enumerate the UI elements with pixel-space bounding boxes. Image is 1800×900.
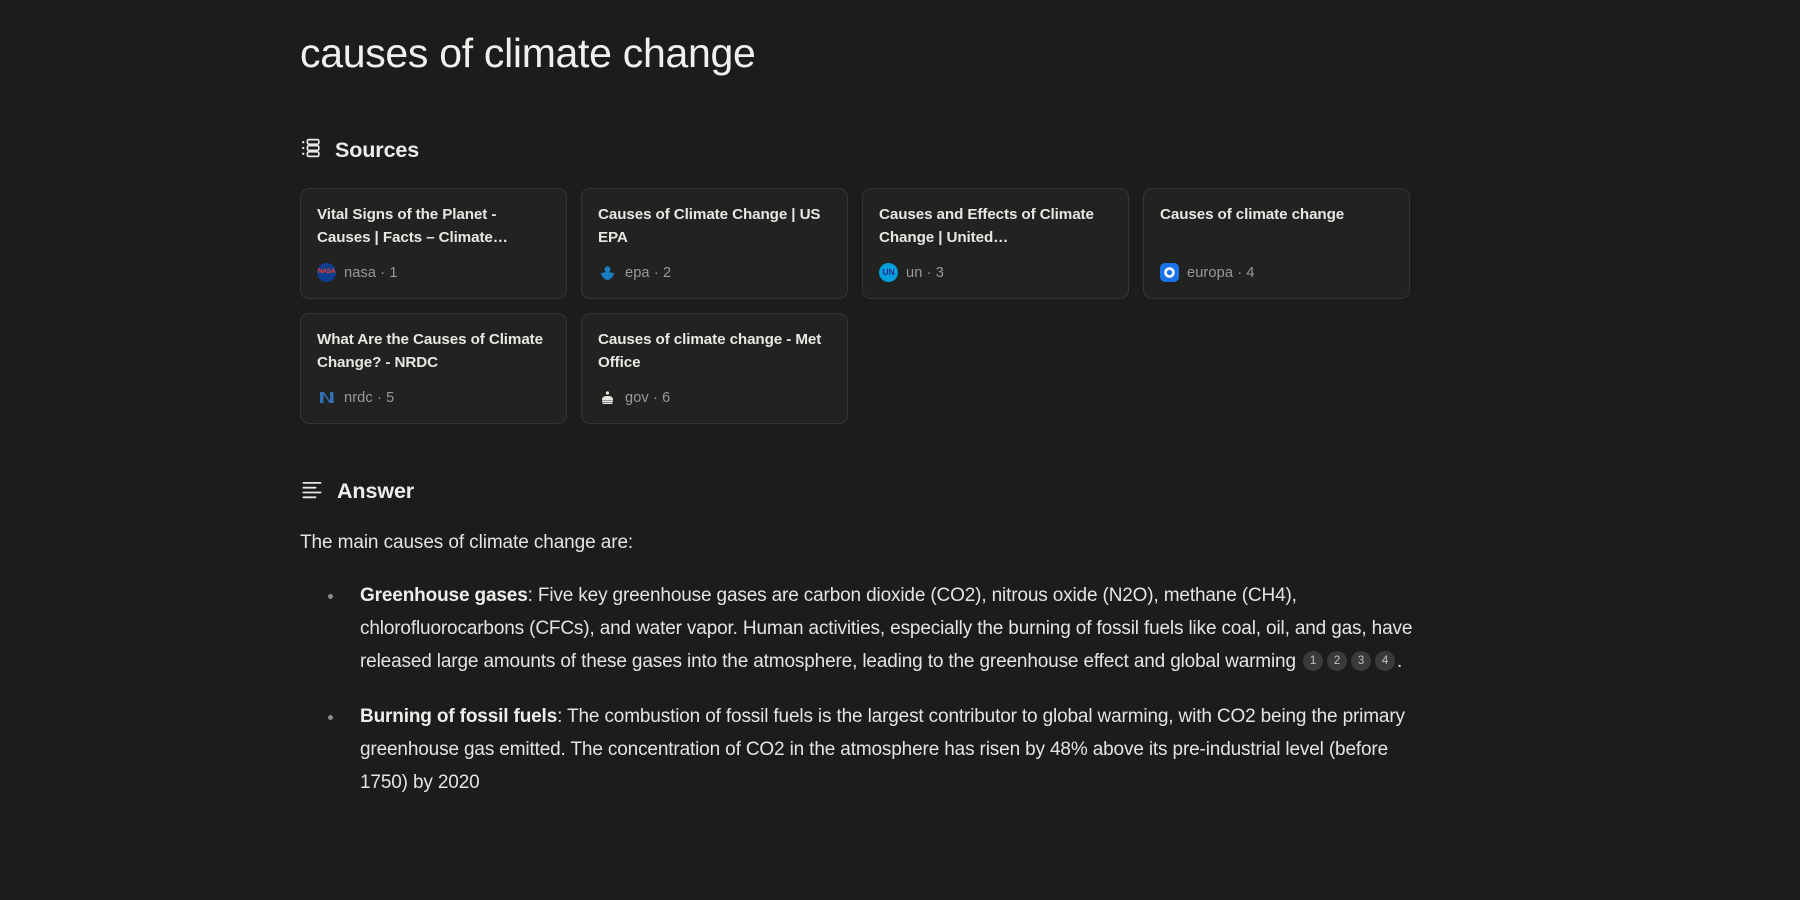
sources-grid: Vital Signs of the Planet - Causes | Fac… (300, 188, 1410, 425)
source-meta: NASA nasa · 1 (317, 263, 550, 283)
epa-favicon (598, 263, 617, 282)
source-meta: gov · 6 (598, 388, 831, 407)
answer-page: causes of climate change Sources Vital S… (0, 0, 1800, 900)
source-card[interactable]: Causes of climate change europa · 4 (1143, 188, 1410, 300)
source-title: What Are the Causes of Climate Change? -… (317, 331, 543, 371)
content-column: causes of climate change Sources Vital S… (300, 0, 1430, 821)
source-card[interactable]: Vital Signs of the Planet - Causes | Fac… (300, 188, 567, 300)
source-meta: epa · 2 (598, 263, 831, 282)
citation-chip[interactable]: 3 (1351, 651, 1372, 672)
bullet-term: Greenhouse gases (360, 584, 528, 606)
source-domain: europa · 4 (1187, 264, 1255, 281)
source-domain: gov · 6 (625, 389, 671, 406)
sources-section-header: Sources (300, 137, 1430, 164)
source-domain: epa · 2 (625, 264, 672, 281)
source-meta: nrdc · 5 (317, 388, 550, 407)
page-title: causes of climate change (300, 30, 756, 76)
source-title: Causes of climate change (1160, 206, 1345, 224)
bullet-text-tail: . (1397, 650, 1403, 672)
un-favicon: UN (879, 263, 898, 283)
answer-bullet-list: Greenhouse gases: Five key greenhouse ga… (300, 579, 1430, 799)
answer-bullet: Burning of fossil fuels: The combustion … (300, 700, 1430, 799)
gov-crown-favicon (598, 388, 617, 407)
citation-chip[interactable]: 1 (1303, 651, 1324, 672)
nrdc-favicon (317, 388, 336, 407)
bullet-term: Burning of fossil fuels (360, 705, 558, 727)
citation-chip[interactable]: 4 (1375, 651, 1396, 672)
answer-section-header: Answer (300, 477, 1430, 506)
source-title: Causes of climate change - Met Office (598, 331, 822, 371)
europa-favicon (1160, 263, 1179, 283)
source-domain: nasa · 1 (344, 264, 398, 281)
nasa-favicon-text: NASA (317, 268, 336, 276)
citation-chip[interactable]: 2 (1327, 651, 1348, 672)
sources-list-icon (300, 137, 322, 164)
source-domain: nrdc · 5 (344, 389, 395, 406)
source-domain: un · 3 (906, 264, 944, 281)
answer-lines-icon (300, 477, 324, 506)
source-title: Causes of Climate Change | US EPA (598, 206, 821, 246)
source-card[interactable]: Causes of climate change - Met Office go… (581, 313, 848, 425)
source-meta: UN un · 3 (879, 263, 1112, 283)
source-card[interactable]: What Are the Causes of Climate Change? -… (300, 313, 567, 425)
sources-label: Sources (335, 138, 420, 163)
source-card[interactable]: Causes of Climate Change | US EPA epa · … (581, 188, 848, 300)
answer-label: Answer (337, 479, 415, 504)
answer-body: The main causes of climate change are: G… (300, 528, 1430, 799)
answer-bullet: Greenhouse gases: Five key greenhouse ga… (300, 579, 1430, 678)
nasa-favicon: NASA (317, 263, 336, 283)
source-title: Vital Signs of the Planet - Causes | Fac… (317, 206, 508, 246)
answer-lead: The main causes of climate change are: (300, 532, 634, 554)
source-meta: europa · 4 (1160, 263, 1393, 283)
un-favicon-text: UN (882, 267, 895, 278)
source-card[interactable]: Causes and Effects of Climate Change | U… (862, 188, 1129, 300)
source-title: Causes and Effects of Climate Change | U… (879, 206, 1094, 246)
